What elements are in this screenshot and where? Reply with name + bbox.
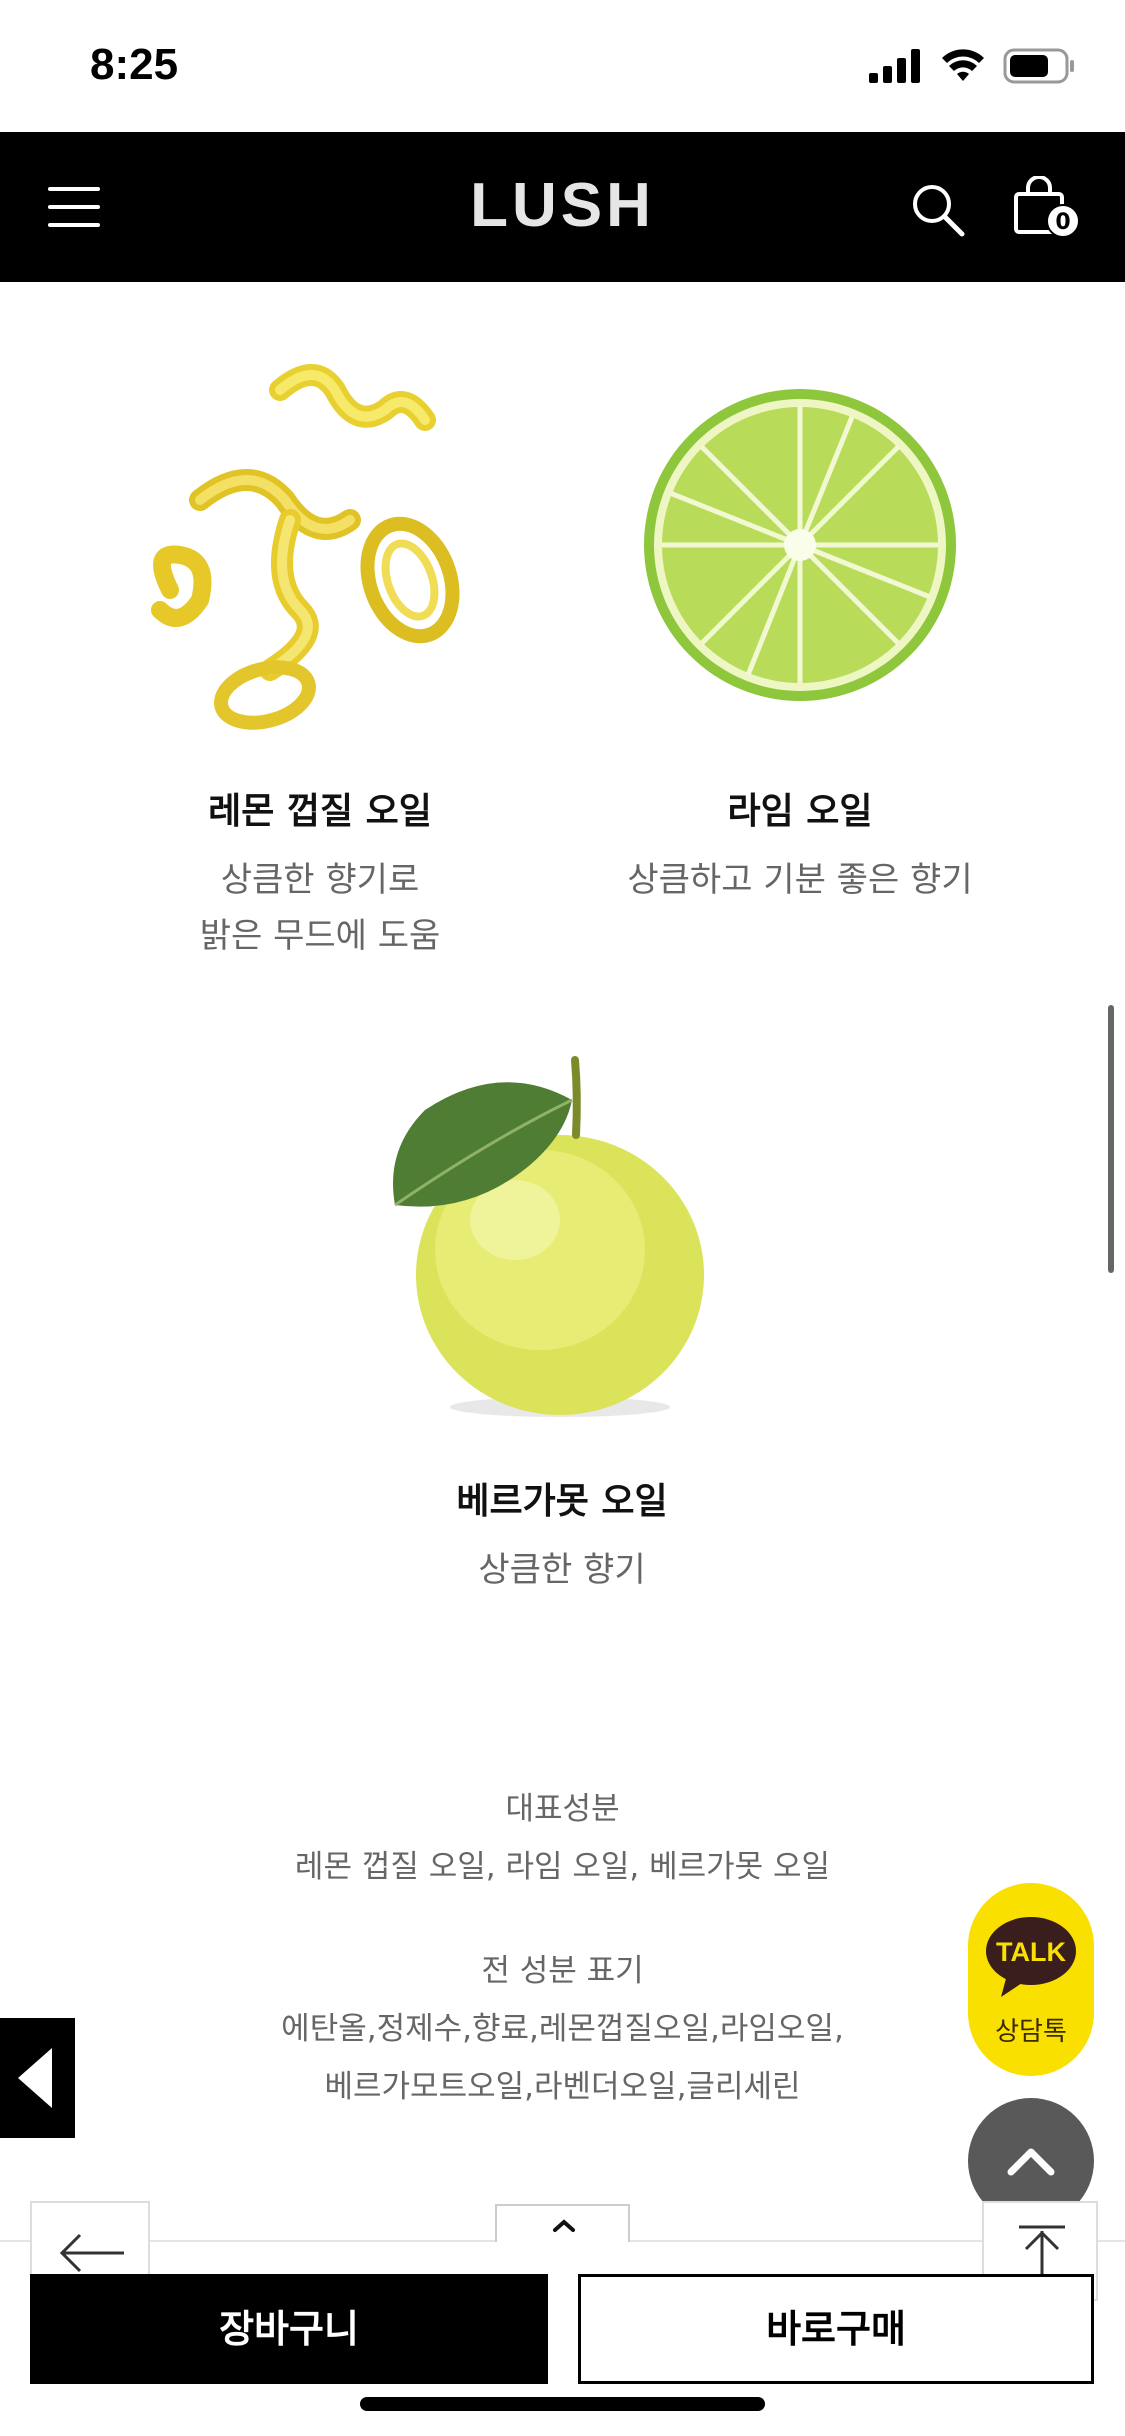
key-ingredients-title: 대표성분 bbox=[505, 1791, 620, 1827]
bergamot-image bbox=[393, 1056, 704, 1417]
ingredient-desc-line: 상큼한 향기로 bbox=[220, 860, 420, 900]
ingredient-desc: 상큼한 향기로 밝은 무드에 도움 bbox=[100, 852, 540, 964]
home-indicator bbox=[360, 2397, 765, 2411]
ingredient-lemon-peel: 레몬 껍질 오일 상큼한 향기로 밝은 무드에 도움 bbox=[100, 782, 540, 964]
scrollbar[interactable] bbox=[1108, 1005, 1114, 1273]
app-header: LUSH 0 bbox=[0, 132, 1125, 282]
expand-options-tab[interactable] bbox=[495, 2204, 630, 2242]
cart-count-badge: 0 bbox=[1046, 204, 1080, 238]
side-panel-toggle[interactable] bbox=[0, 2018, 75, 2138]
full-ingredients-title: 전 성분 표기 bbox=[481, 1953, 644, 1989]
status-time: 8:25 bbox=[90, 40, 179, 89]
ingredient-desc-line: 상큼하고 기분 좋은 향기 bbox=[627, 860, 973, 900]
talk-bubble-icon: TALK bbox=[986, 1917, 1076, 1997]
full-ingredients-section: 전 성분 표기 에탄올,정제수,향료,레몬껍질오일,라임오일, 베르가모트오일,… bbox=[0, 1942, 1125, 2116]
lemon-peel-image bbox=[151, 364, 460, 730]
talk-badge-text: TALK bbox=[996, 1937, 1066, 1967]
chevron-up-icon bbox=[553, 2219, 575, 2232]
cart-button[interactable]: 0 bbox=[1010, 176, 1080, 246]
ingredient-name: 라임 오일 bbox=[727, 791, 873, 832]
ingredient-desc-line: 밝은 무드에 도움 bbox=[199, 916, 441, 956]
ingredient-lime: 라임 오일 상큼하고 기분 좋은 향기 bbox=[580, 782, 1020, 908]
ingredient-desc: 상큼하고 기분 좋은 향기 bbox=[580, 852, 1020, 908]
talk-label: 상담톡 bbox=[995, 2017, 1067, 2047]
key-ingredients-text: 레몬 껍질 오일, 라임 오일, 베르가못 오일 bbox=[294, 1849, 831, 1885]
ingredient-name: 레몬 껍질 오일 bbox=[208, 791, 432, 832]
status-bar: 8:25 bbox=[0, 0, 1125, 132]
ingredient-bergamot: 베르가못 오일 상큼한 향기 bbox=[342, 1472, 782, 1598]
full-ingredients-text-line: 베르가모트오일,라벤더오일,글리세린 bbox=[324, 2069, 801, 2105]
triangle-left-icon bbox=[18, 2048, 52, 2108]
battery-icon bbox=[1003, 48, 1074, 84]
kakao-talk-button[interactable]: TALK 상담톡 bbox=[968, 1883, 1094, 2076]
lime-image bbox=[644, 389, 956, 701]
search-icon[interactable] bbox=[910, 182, 966, 238]
ingredient-desc-line: 상큼한 향기 bbox=[478, 1550, 646, 1590]
buy-now-button[interactable]: 바로구매 bbox=[578, 2274, 1094, 2384]
status-icons bbox=[869, 48, 1075, 84]
wifi-icon bbox=[942, 49, 984, 81]
add-to-cart-button[interactable]: 장바구니 bbox=[30, 2274, 548, 2384]
ingredient-name: 베르가못 오일 bbox=[456, 1481, 668, 1522]
full-ingredients-text-line: 에탄올,정제수,향료,레몬껍질오일,라임오일, bbox=[281, 2011, 844, 2047]
signal-icon bbox=[869, 49, 920, 83]
key-ingredients-section: 대표성분 레몬 껍질 오일, 라임 오일, 베르가못 오일 bbox=[0, 1780, 1125, 1896]
ingredient-desc: 상큼한 향기 bbox=[342, 1542, 782, 1598]
